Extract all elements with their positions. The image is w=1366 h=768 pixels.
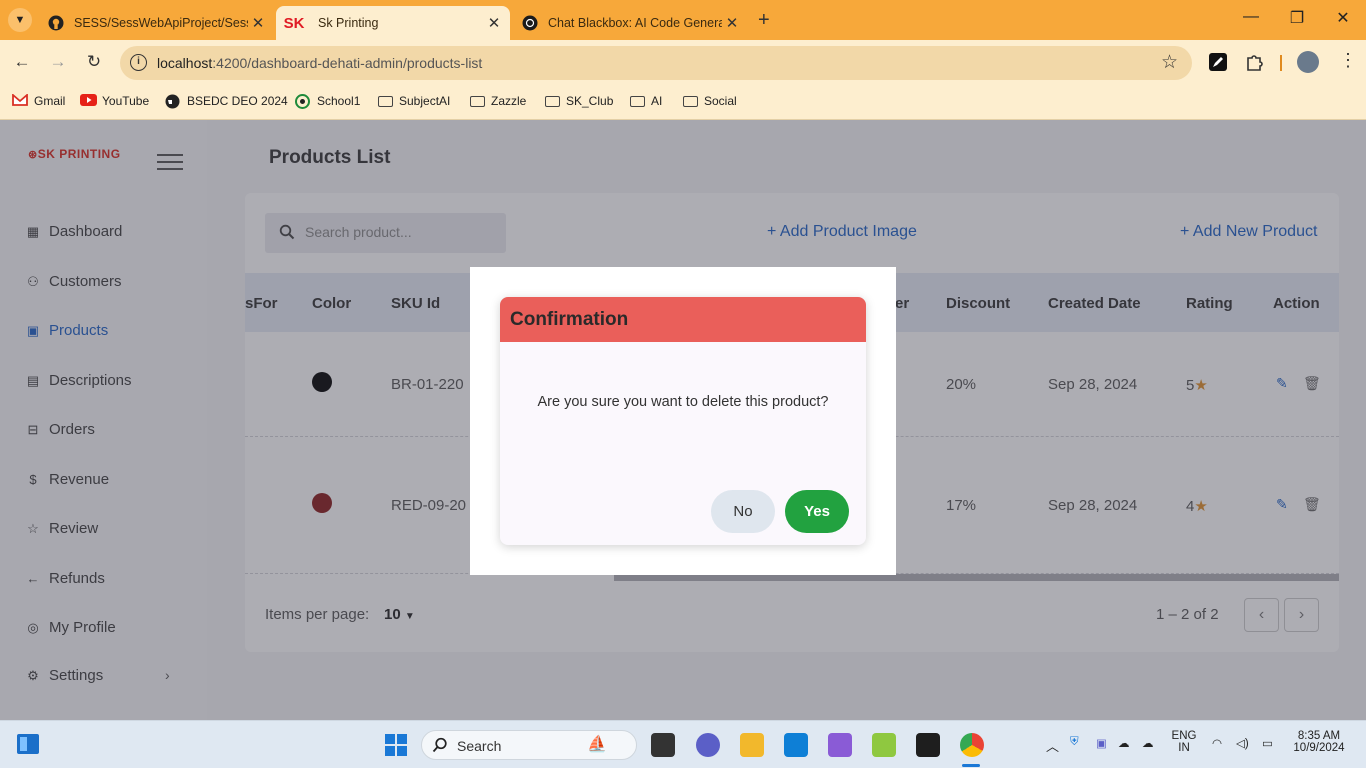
dialog-title: Confirmation (510, 309, 629, 330)
windows-taskbar: Search ⛵ ︿ ⛨ ▣ ☁ ☁ ENG IN ◠ ◁) ▭ 8:35 AM… (0, 720, 1366, 768)
bookmark-gmail[interactable]: Gmail (12, 93, 66, 108)
onedrive-icon[interactable]: ☁ (1142, 736, 1154, 750)
bookmarks-bar: Gmail YouTube BSEDC DEO 2024 School1 Sub… (0, 86, 1366, 120)
vscode-icon[interactable] (784, 733, 808, 757)
widgets-icon[interactable] (16, 733, 40, 760)
bookmark-label: SubjectAI (399, 94, 451, 108)
clock-date: 10/9/2024 (1293, 742, 1345, 754)
profile-avatar[interactable] (1297, 51, 1319, 73)
dialog-message: Are you sure you want to delete this pro… (537, 394, 829, 410)
folder-icon (683, 95, 698, 107)
site-info-icon[interactable]: i (130, 54, 147, 71)
terminal-icon[interactable] (916, 733, 940, 757)
bookmark-label: Gmail (34, 94, 66, 108)
folder-icon (545, 95, 560, 107)
github-icon (48, 15, 64, 31)
tab-title: SESS/SessWebApiProject/SessW (74, 16, 248, 30)
restore-icon[interactable]: ❐ (1282, 8, 1312, 28)
close-tab-icon[interactable]: ✕ (722, 14, 742, 32)
app-icon[interactable] (872, 733, 896, 757)
bookmark-social[interactable]: Social (683, 94, 737, 108)
address-bar[interactable]: i localhost:4200/dashboard-dehati-admin/… (120, 46, 1192, 80)
file-explorer-icon[interactable] (740, 733, 764, 757)
bookmark-sk-club[interactable]: SK_Club (545, 94, 613, 108)
language-code: ENG (1171, 730, 1197, 742)
bookmark-label: AI (651, 94, 663, 108)
bookmark-label: School1 (317, 94, 361, 108)
chrome-icon[interactable] (960, 733, 984, 757)
browser-toolbar: ← → ↻ i localhost:4200/dashboard-dehati-… (0, 40, 1366, 86)
tab-title: Sk Printing (318, 16, 379, 30)
no-button[interactable]: No (711, 490, 775, 533)
app-viewport: ⊛SK PRINTING ▦ Dashboard ⚇ Customers ▣ P… (0, 120, 1366, 720)
minimize-icon[interactable]: — (1236, 8, 1266, 26)
chat-icon[interactable] (696, 733, 720, 757)
taskbar-search[interactable]: Search ⛵ (421, 730, 637, 760)
network-off-icon[interactable]: ☁ (1118, 736, 1130, 750)
url-path: :4200/dashboard-dehati-admin/products-li… (212, 55, 483, 71)
url-host: localhost (157, 55, 213, 71)
toolbar-divider (1280, 55, 1282, 71)
dialog-header: Confirmation (500, 297, 866, 342)
close-window-icon[interactable]: ✕ (1328, 8, 1358, 28)
bookmark-label: Social (704, 94, 737, 108)
search-icon (432, 737, 448, 758)
browser-tab-bar: ▼ SESS/SessWebApiProject/SessW ✕ SK Sk P… (0, 0, 1366, 40)
folder-icon (630, 95, 645, 107)
sk-icon: SK (283, 14, 305, 32)
tab-title: Chat Blackbox: AI Code Generat (548, 16, 722, 30)
search-highlight-icon: ⛵ (587, 736, 607, 753)
bookmark-label: BSEDC DEO 2024 (187, 94, 288, 108)
close-tab-icon[interactable]: ✕ (248, 14, 268, 32)
extensions-icon[interactable] (1244, 52, 1266, 74)
school-icon (295, 94, 311, 109)
gmail-icon (12, 93, 28, 108)
forward-icon[interactable]: → (46, 52, 70, 72)
bookmark-label: YouTube (102, 94, 150, 108)
bookmark-zazzle[interactable]: Zazzle (470, 94, 526, 108)
clock[interactable]: 8:35 AM 10/9/2024 (1288, 730, 1350, 754)
teams-icon[interactable]: ▣ (1096, 736, 1107, 750)
close-tab-icon[interactable]: ✕ (484, 14, 504, 32)
windows-start-icon[interactable] (384, 733, 408, 762)
volume-icon[interactable]: ◁) (1236, 736, 1249, 750)
folder-icon (470, 95, 485, 107)
new-tab-icon[interactable]: + (758, 9, 770, 32)
bookmark-school1[interactable]: School1 (295, 94, 361, 109)
bookmark-subjectai[interactable]: SubjectAI (378, 94, 450, 108)
region-code: IN (1178, 742, 1190, 754)
clock-time: 8:35 AM (1297, 730, 1341, 742)
back-icon[interactable]: ← (10, 52, 34, 72)
tab-blackbox[interactable]: Chat Blackbox: AI Code Generat ✕ (512, 6, 748, 40)
task-view-icon[interactable] (651, 733, 675, 757)
pen-extension-icon[interactable] (1208, 52, 1230, 74)
language-indicator[interactable]: ENG IN (1170, 730, 1198, 754)
tab-github[interactable]: SESS/SessWebApiProject/SessW ✕ (38, 6, 274, 40)
reload-icon[interactable]: ↻ (82, 52, 106, 72)
bookmark-label: Zazzle (491, 94, 527, 108)
url-text[interactable]: localhost:4200/dashboard-dehati-admin/pr… (157, 55, 482, 71)
battery-icon[interactable]: ▭ (1262, 736, 1273, 750)
bookmark-ai[interactable]: AI (630, 94, 662, 108)
bookmark-star-icon[interactable]: ☆ (1161, 51, 1178, 74)
bookmark-youtube[interactable]: YouTube (80, 94, 149, 108)
tray-overflow-icon[interactable]: ︿ (1046, 736, 1059, 755)
folder-icon (378, 95, 393, 107)
globe-icon (165, 94, 181, 109)
security-icon[interactable]: ⛨ (1070, 736, 1079, 749)
wifi-icon[interactable]: ◠ (1212, 736, 1222, 750)
blackbox-icon (522, 15, 538, 31)
bookmark-label: SK_Club (566, 94, 614, 108)
browser-menu-icon[interactable]: ⋮ (1336, 50, 1360, 71)
yes-button[interactable]: Yes (785, 490, 849, 533)
visual-studio-icon[interactable] (828, 733, 852, 757)
active-app-indicator (962, 764, 980, 767)
tab-sk-printing[interactable]: SK Sk Printing ✕ (276, 6, 510, 40)
tab-search-button[interactable]: ▼ (8, 8, 32, 32)
bookmark-bsedc[interactable]: BSEDC DEO 2024 (165, 94, 288, 109)
confirmation-dialog: Confirmation Are you sure you want to de… (500, 297, 866, 545)
youtube-icon (80, 94, 97, 108)
taskbar-search-label: Search (457, 738, 502, 754)
